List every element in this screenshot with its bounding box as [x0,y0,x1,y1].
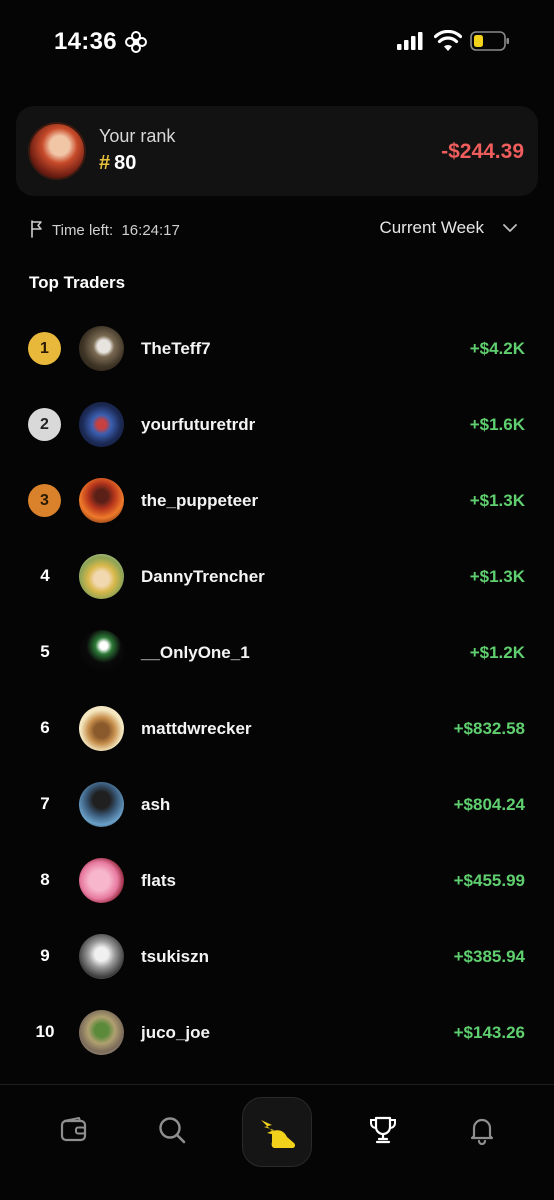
bottom-nav [0,1084,554,1200]
avatar [79,858,124,903]
trader-pnl: +$1.3K [469,491,525,510]
wifi-icon [434,30,462,51]
trader-name: __OnlyOne_1 [141,643,250,662]
avatar [79,1010,124,1055]
rank-badge: 3 [28,484,61,517]
focus-flower-icon [125,31,147,53]
rank-badge: 2 [28,408,61,441]
trader-row[interactable]: 5 __OnlyOne_1 +$1.2K [0,614,554,690]
rank-number: 8 [40,870,50,889]
trader-name: yourfuturetrdr [141,415,256,434]
avatar [79,782,124,827]
trader-row[interactable]: 3 the_puppeteer +$1.3K [0,462,554,538]
time-left-row: Time left: 16:24:17 Current Week [30,218,526,242]
time-left-value: 16:24:17 [121,222,180,239]
wallet-icon[interactable] [59,1115,89,1145]
rank-number: 10 [35,1022,55,1041]
bell-icon[interactable] [467,1115,497,1145]
period-dropdown[interactable]: Current Week [379,218,518,238]
trader-pnl: +$4.2K [469,339,525,358]
flag-icon [31,220,42,238]
avatar [79,478,124,523]
rank-number: 4 [40,566,50,585]
rank-value: #80 [99,152,136,175]
trader-name: flats [141,871,176,890]
avatar [79,554,124,599]
trader-name: DannyTrencher [141,567,265,586]
trader-row[interactable]: 8 flats +$455.99 [0,842,554,918]
trophy-icon[interactable] [368,1115,398,1145]
trader-row[interactable]: 1 TheTeff7 +$4.2K [0,310,554,386]
rank-number: 6 [40,718,50,737]
avatar [79,402,124,447]
rank-hash: # [99,152,111,174]
trader-name: the_puppeteer [141,491,259,510]
trader-name: TheTeff7 [141,339,211,358]
trader-row[interactable]: 2 yourfuturetrdr +$1.6K [0,386,554,462]
period-selected: Current Week [379,218,484,237]
trader-pnl: +$385.94 [453,947,525,966]
trader-name: tsukiszn [141,947,210,966]
app-screen: 14:36 Your rank #80 -$244.39 Time left: … [0,0,554,1200]
rank-number: 5 [40,642,50,661]
battery-icon [470,31,509,51]
trader-pnl: +$455.99 [453,871,525,890]
search-icon[interactable] [157,1115,187,1145]
time-left-text: Time left: 16:24:17 [52,222,180,239]
trader-name: mattdwrecker [141,719,252,738]
trader-pnl: +$143.26 [453,1023,525,1042]
time-left-label: Time left: [52,222,114,239]
trader-pnl: +$1.6K [469,415,525,434]
trader-pnl: +$1.3K [469,567,525,586]
trader-pnl: +$804.24 [453,795,525,814]
status-bar: 14:36 [0,22,554,62]
cellular-signal-icon [397,32,423,50]
trader-name: ash [141,795,171,814]
avatar [28,122,86,180]
trader-row[interactable]: 4 DannyTrencher +$1.3K [0,538,554,614]
avatar [79,326,124,371]
trader-pnl: +$832.58 [453,719,525,738]
your-rank-card[interactable]: Your rank #80 -$244.39 [16,106,538,196]
avatar [79,630,124,675]
rank-pnl: -$244.39 [441,140,524,163]
trader-row[interactable]: 10 juco_joe +$143.26 [0,994,554,1070]
avatar [79,934,124,979]
trade-button[interactable] [242,1097,312,1167]
rank-badge: 1 [28,332,61,365]
trader-name: juco_joe [141,1023,210,1042]
trader-pnl: +$1.2K [469,643,525,662]
chevron-down-icon [503,224,517,232]
status-time: 14:36 [54,28,117,55]
trader-row[interactable]: 7 ash +$804.24 [0,766,554,842]
trader-row[interactable]: 6 mattdwrecker +$832.58 [0,690,554,766]
rank-number: 80 [114,152,137,174]
section-title: Top Traders [29,273,126,292]
rank-number: 7 [40,794,50,813]
trader-row[interactable]: 9 tsukiszn +$385.94 [0,918,554,994]
avatar [79,706,124,751]
rank-number: 9 [40,946,50,965]
rank-label: Your rank [99,126,176,146]
winged-shoe-icon [261,1120,296,1148]
